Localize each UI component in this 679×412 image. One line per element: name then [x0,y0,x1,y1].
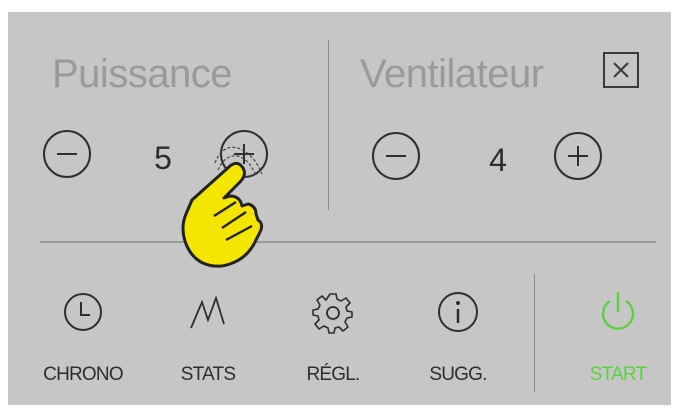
fan-increase-button[interactable] [554,132,602,180]
clock-icon [64,293,102,331]
power-title: Puissance [52,52,233,96]
control-panel: Puissance 5 Ventilateur 4 CHRONO STATS R… [8,12,671,405]
tap-hand-icon [181,146,264,268]
stats-icon [190,295,225,329]
power-decrease-button[interactable] [43,130,91,178]
close-icon [613,62,629,78]
nav-suggestions[interactable]: SUGG. [408,290,508,390]
horizontal-divider [40,241,656,243]
nav-chrono[interactable]: CHRONO [33,290,133,390]
nav-stats[interactable]: STATS [158,290,258,390]
power-icon [601,292,635,330]
nav-suggestions-label: SUGG. [429,364,487,385]
nav-chrono-label: CHRONO [43,364,123,385]
fan-value: 4 [489,142,507,178]
gear-icon [312,293,353,334]
start-divider [534,274,535,392]
fan-title: Ventilateur [360,52,544,96]
plus-icon [568,146,588,166]
nav-settings-label: RÉGL. [306,364,360,385]
start-label: START [589,364,647,385]
fan-decrease-button[interactable] [372,132,420,180]
section-divider [328,40,329,210]
minus-icon [57,153,77,155]
nav-stats-label: STATS [180,364,236,385]
close-button[interactable] [603,52,639,88]
minus-icon [386,155,406,157]
nav-settings[interactable]: RÉGL. [283,290,383,390]
start-button[interactable]: START [568,290,668,390]
info-icon [438,292,478,332]
